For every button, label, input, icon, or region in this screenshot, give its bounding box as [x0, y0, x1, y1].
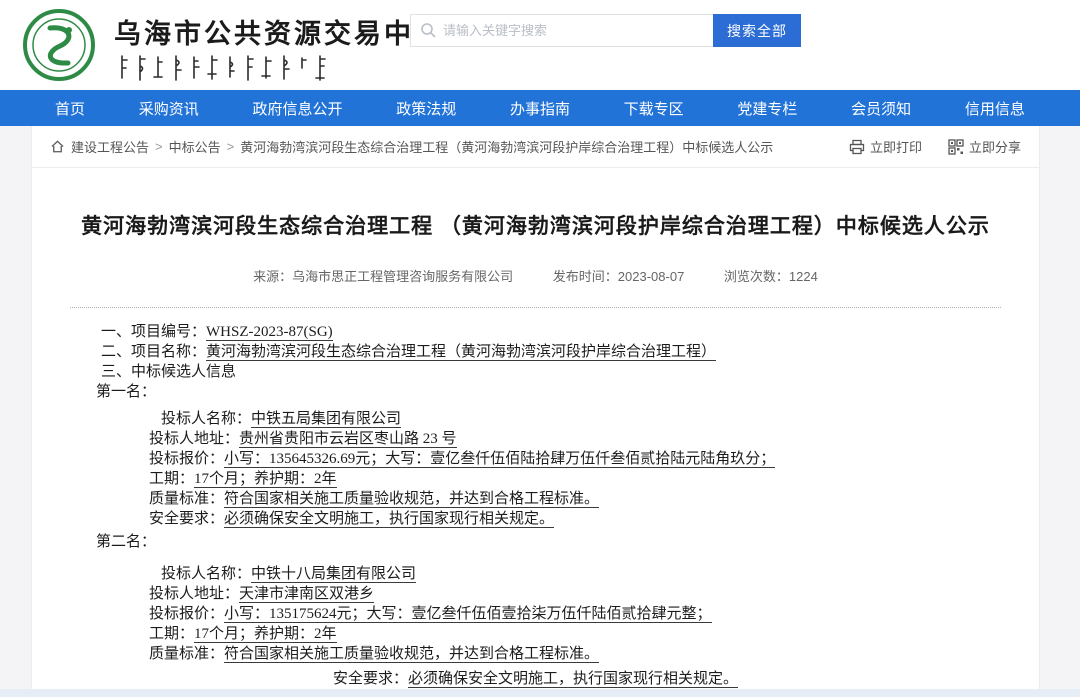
field-value: 17个月；养护期：2年 — [194, 626, 337, 643]
article-line: 投标人名称：中铁五局集团有限公司 — [161, 409, 1039, 429]
field-label: 第二名： — [96, 534, 156, 550]
field-value: 小写：135175624元；大写：壹亿叁仟伍佰壹拾柒万伍仟陆佰贰拾肆元整； — [224, 606, 712, 623]
field-label: 一、项目编号： — [101, 324, 206, 340]
search-all-button[interactable]: 搜索全部 — [713, 14, 801, 47]
field-label: 安全要求： — [149, 511, 224, 527]
share-label: 立即分享 — [969, 137, 1021, 156]
breadcrumb-bar: 建设工程公告 > 中标公告 > 黄河海勃湾滨河段生态综合治理工程（黄河海勃湾滨河段护岸综… — [32, 126, 1039, 168]
field-label: 投标人名称： — [161, 411, 251, 427]
breadcrumb: 建设工程公告 > 中标公告 > 黄河海勃湾滨河段生态综合治理工程（黄河海勃湾滨河段护岸综… — [71, 137, 773, 156]
nav-item[interactable]: 党建专栏 — [737, 98, 797, 119]
field-value: 小写：135645326.69元；大写：壹亿叁仟伍佰陆拾肆万伍仟叁佰贰拾陆元陆角… — [224, 451, 775, 468]
nav-item[interactable]: 政策法规 — [396, 98, 456, 119]
field-value: 17个月；养护期：2年 — [194, 471, 337, 488]
meta-published: 发布时间：2023-08-07 — [553, 269, 685, 284]
breadcrumb-tools: 立即打印 立即分享 — [849, 137, 1021, 156]
article-line: 安全要求：必须确保安全文明施工，执行国家现行相关规定。 — [32, 669, 1039, 689]
field-label: 质量标准： — [149, 646, 224, 662]
article-line: 工期：17个月；养护期：2年 — [149, 469, 1039, 489]
search-area: 搜索全部 — [410, 14, 801, 47]
site-logo — [22, 8, 96, 82]
field-value: WHSZ-2023-87(SG) — [206, 324, 333, 341]
article-line: 质量标准：符合国家相关施工质量验收规范，并达到合格工程标准。 — [149, 489, 1039, 509]
field-label: 第一名： — [96, 384, 156, 400]
article-line: 投标人地址：贵州省贵阳市云岩区枣山路 23 号 — [149, 429, 1039, 449]
printer-icon — [849, 139, 865, 155]
nav-item[interactable]: 首页 — [55, 98, 85, 119]
nav-item[interactable]: 会员须知 — [851, 98, 911, 119]
article-line: 第二名： — [96, 532, 1039, 552]
field-value: 符合国家相关施工质量验收规范，并达到合格工程标准。 — [224, 491, 599, 508]
breadcrumb-link[interactable]: 建设工程公告 — [71, 137, 149, 156]
field-label: 投标人地址： — [149, 586, 239, 602]
article-line: 投标报价：小写：135175624元；大写：壹亿叁仟伍佰壹拾柒万伍仟陆佰贰拾肆元… — [149, 604, 1039, 624]
breadcrumb-link[interactable]: 中标公告 — [169, 137, 221, 156]
nav-item[interactable]: 采购资讯 — [139, 98, 199, 119]
home-icon — [50, 139, 65, 154]
divider — [70, 307, 1001, 308]
page-title: 黄河海勃湾滨河段生态综合治理工程 （黄河海勃湾滨河段护岸综合治理工程）中标候选人… — [32, 212, 1039, 242]
article-line: 投标人地址：天津市津南区双港乡 — [149, 584, 1039, 604]
print-label: 立即打印 — [870, 137, 922, 156]
article-line: 二、项目名称：黄河海勃湾滨河段生态综合治理工程（黄河海勃湾滨河段护岸综合治理工程… — [101, 342, 1039, 362]
nav-item[interactable]: 政府信息公开 — [252, 98, 342, 119]
article-line: 一、项目编号：WHSZ-2023-87(SG) — [101, 322, 1039, 342]
field-label: 投标报价： — [149, 606, 224, 622]
meta-source: 来源：乌海市思正工程管理咨询服务有限公司 — [253, 269, 513, 284]
field-label: 投标报价： — [149, 451, 224, 467]
content-card: 建设工程公告 > 中标公告 > 黄河海勃湾滨河段生态综合治理工程（黄河海勃湾滨河段护岸综… — [31, 126, 1040, 689]
field-value: 中铁五局集团有限公司 — [251, 411, 401, 428]
field-value: 符合国家相关施工质量验收规范，并达到合格工程标准。 — [224, 646, 599, 663]
share-button[interactable]: 立即分享 — [948, 137, 1021, 156]
article-line: 安全要求：必须确保安全文明施工，执行国家现行相关规定。 — [149, 509, 1039, 529]
article-line: 投标报价：小写：135645326.69元；大写：壹亿叁仟伍佰陆拾肆万伍仟叁佰贰… — [149, 449, 1039, 469]
print-button[interactable]: 立即打印 — [849, 137, 922, 156]
field-value: 黄河海勃湾滨河段生态综合治理工程（黄河海勃湾滨河段护岸综合治理工程） — [206, 344, 716, 361]
site-title: 乌海市公共资源交易中心 — [114, 12, 444, 51]
qr-code-icon — [948, 139, 964, 155]
field-label: 质量标准： — [149, 491, 224, 507]
field-value: 必须确保安全文明施工，执行国家现行相关规定。 — [408, 671, 738, 688]
nav-item[interactable]: 信用信息 — [965, 98, 1025, 119]
field-value: 贵州省贵阳市云岩区枣山路 23 号 — [239, 431, 457, 448]
meta-views: 浏览次数：1224 — [724, 269, 818, 284]
search-input[interactable] — [410, 14, 713, 47]
article-body: 一、项目编号：WHSZ-2023-87(SG)二、项目名称：黄河海勃湾滨河段生态… — [32, 322, 1039, 689]
field-label: 二、项目名称： — [101, 344, 206, 360]
field-label: 投标人地址： — [149, 431, 239, 447]
field-label: 安全要求： — [333, 671, 408, 687]
main-nav: 首页 采购资讯 政府信息公开 政策法规 办事指南 下载专区 党建专栏 会员须知 信用信息 — [0, 90, 1080, 126]
article-line: 三、中标候选人信息 — [101, 362, 1039, 382]
article-line: 投标人名称：中铁十八局集团有限公司 — [161, 564, 1039, 584]
field-label: 工期： — [149, 626, 194, 642]
field-value: 天津市津南区双港乡 — [239, 586, 374, 603]
field-label: 工期： — [149, 471, 194, 487]
field-label: 投标人名称： — [161, 566, 251, 582]
field-value: 中铁十八局集团有限公司 — [251, 566, 416, 583]
site-header: 乌海市公共资源交易中心 — [0, 0, 1080, 90]
field-label: 三、中标候选人信息 — [101, 364, 236, 380]
article-meta: 来源：乌海市思正工程管理咨询服务有限公司 发布时间：2023-08-07 浏览次… — [32, 266, 1039, 285]
nav-item[interactable]: 办事指南 — [510, 98, 570, 119]
breadcrumb-current: 黄河海勃湾滨河段生态综合治理工程（黄河海勃湾滨河段护岸综合治理工程）中标候选人公… — [240, 137, 773, 156]
article-line: 工期：17个月；养护期：2年 — [149, 624, 1039, 644]
field-value: 必须确保安全文明施工，执行国家现行相关规定。 — [224, 511, 554, 528]
article-line: 第一名： — [96, 382, 1039, 402]
search-icon — [420, 22, 436, 38]
brand-block: 乌海市公共资源交易中心 — [114, 12, 444, 87]
article: 黄河海勃湾滨河段生态综合治理工程 （黄河海勃湾滨河段护岸综合治理工程）中标候选人… — [32, 168, 1039, 689]
breadcrumb-separator: > — [227, 139, 235, 154]
article-line: 质量标准：符合国家相关施工质量验收规范，并达到合格工程标准。 — [149, 644, 1039, 664]
bottom-strip — [0, 689, 1080, 697]
mongolian-script — [114, 54, 354, 82]
breadcrumb-separator: > — [155, 139, 163, 154]
nav-item[interactable]: 下载专区 — [624, 98, 684, 119]
